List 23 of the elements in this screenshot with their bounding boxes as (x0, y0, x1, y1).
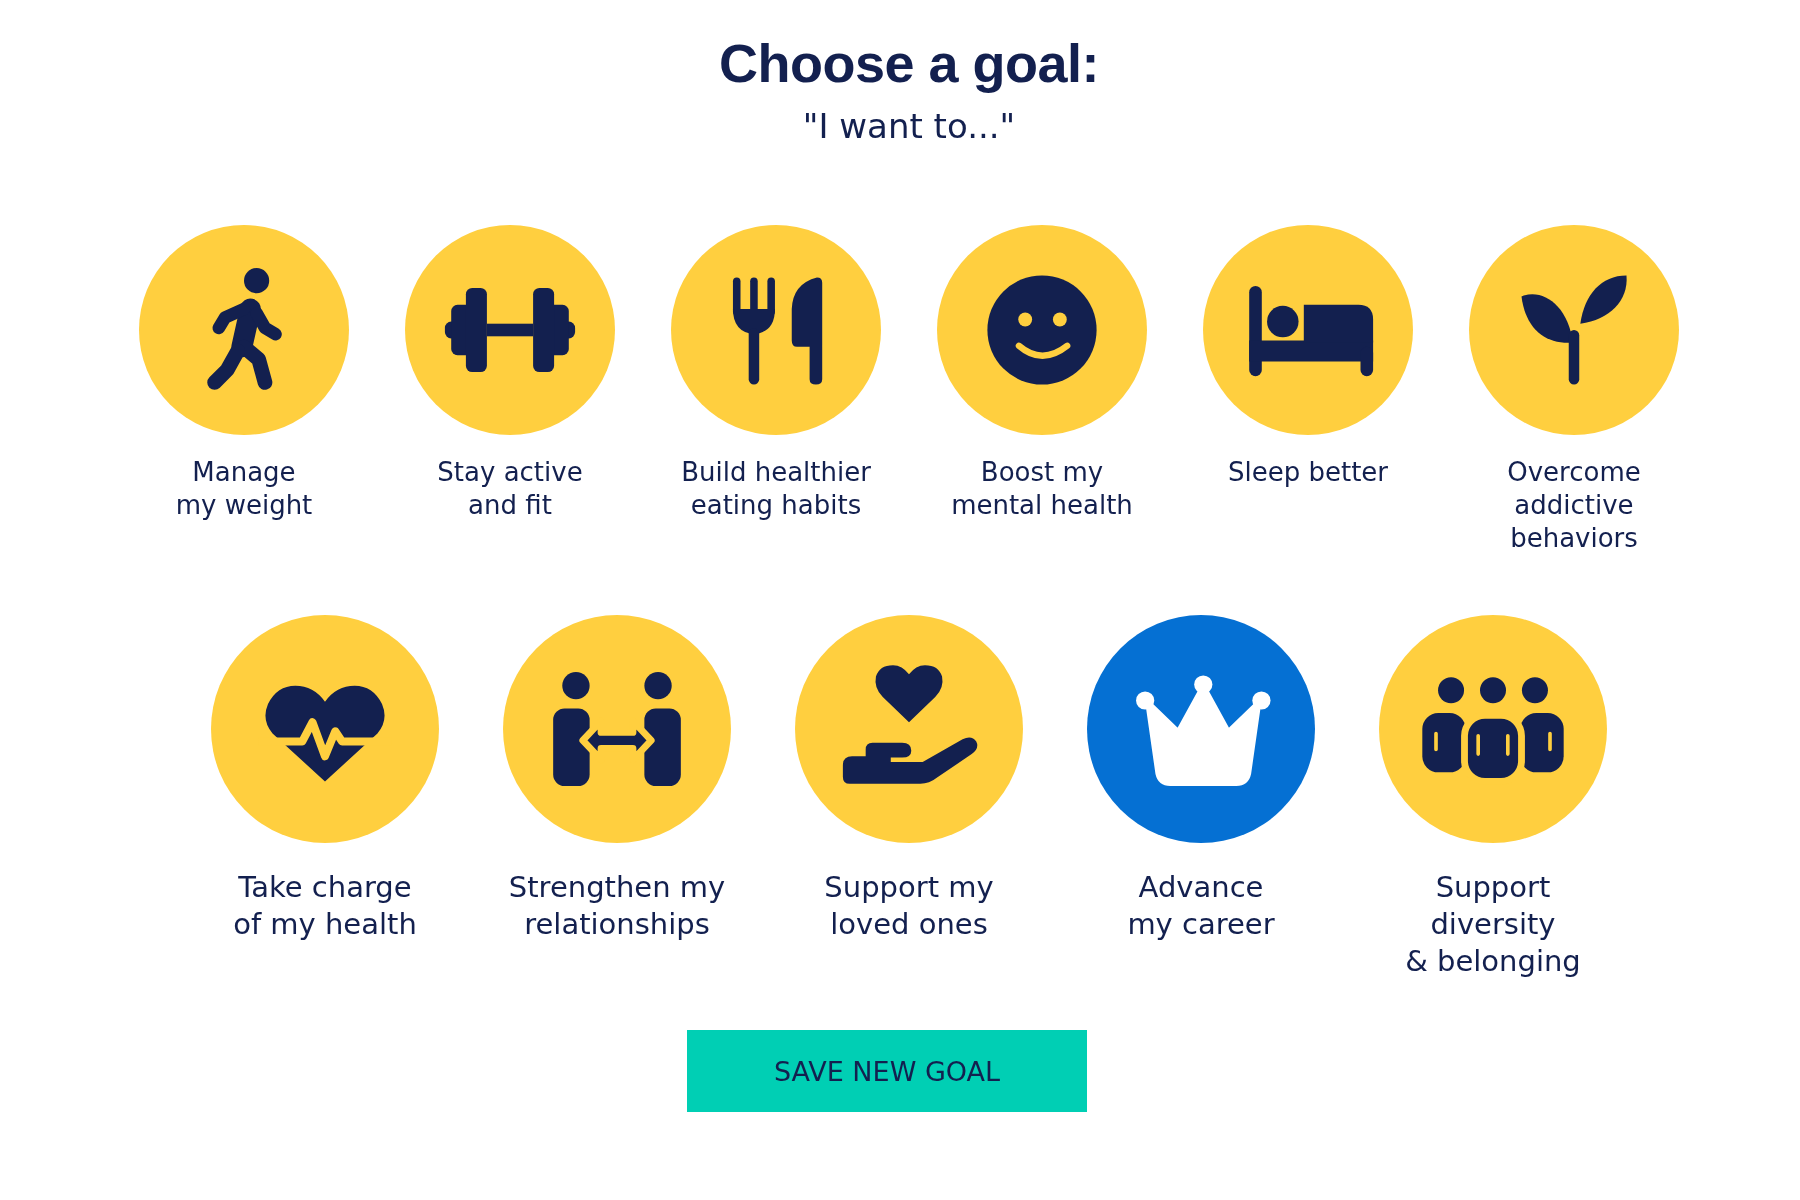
goal-option[interactable]: Support diversity & belonging (1347, 615, 1639, 980)
goal-option[interactable]: Advance my career (1055, 615, 1347, 943)
crown-icon (1087, 615, 1315, 843)
goal-option[interactable]: Build healthier eating habits (643, 225, 909, 522)
page-subtitle: "I want to..." (802, 106, 1016, 146)
save-new-goal-button[interactable]: SAVE NEW GOAL (687, 1030, 1087, 1112)
goal-option[interactable]: Stay active and fit (377, 225, 643, 522)
sprout-icon (1469, 225, 1679, 435)
walking-person-icon (139, 225, 349, 435)
goal-option[interactable]: Strengthen my relationships (471, 615, 763, 943)
people-group-icon (1379, 615, 1607, 843)
goal-option[interactable]: Boost my mental health (909, 225, 1175, 522)
smiley-face-icon (937, 225, 1147, 435)
goal-option[interactable]: Take charge of my health (179, 615, 471, 943)
dumbbell-icon (405, 225, 615, 435)
fork-knife-icon (671, 225, 881, 435)
goal-option[interactable]: Support my loved ones (763, 615, 1055, 943)
goal-option[interactable]: Sleep better (1175, 225, 1441, 489)
page-title: Choose a goal: (718, 32, 1099, 95)
goal-option[interactable]: Overcome addictive behaviors (1441, 225, 1707, 555)
bed-icon (1203, 225, 1413, 435)
heart-pulse-icon (211, 615, 439, 843)
goal-option[interactable]: Manage my weight (111, 225, 377, 522)
